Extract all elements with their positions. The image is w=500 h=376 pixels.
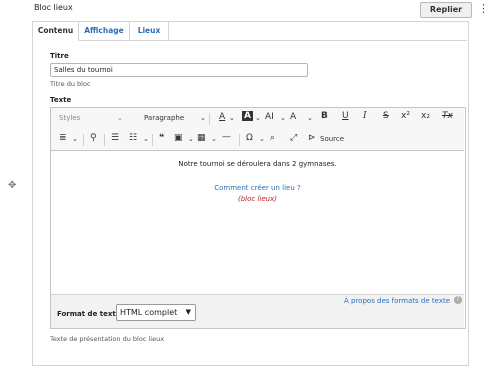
clear-format-icon[interactable]: Tx <box>442 111 453 121</box>
chevron-down-icon[interactable]: ⌄ <box>259 135 265 143</box>
format-select-value: HTML complet <box>120 308 178 317</box>
chevron-down-icon[interactable]: ⌄ <box>188 135 194 143</box>
kebab-icon[interactable]: ⋮ <box>478 2 489 15</box>
omega-icon[interactable]: Ω <box>246 133 253 143</box>
chevron-down-icon[interactable]: ⌄ <box>229 114 235 122</box>
font-color-icon[interactable]: A <box>219 112 225 122</box>
bulleted-list-icon[interactable]: ☰ <box>111 133 119 143</box>
link-icon[interactable]: ⚲ <box>90 133 97 143</box>
toolbar-separator <box>239 134 240 146</box>
format-label: Format de texte <box>57 310 121 318</box>
italic-icon[interactable]: I <box>363 111 367 121</box>
chevron-down-icon[interactable]: ⌄ <box>280 114 286 122</box>
subscript-icon[interactable]: x₂ <box>421 111 430 121</box>
tab-lieux[interactable]: Lieux <box>130 22 169 40</box>
title-input[interactable]: Salles du tournoi <box>50 63 308 77</box>
caret-down-icon: ▼ <box>185 308 191 316</box>
strikethrough-icon[interactable]: S <box>383 111 389 121</box>
toolbar-separator <box>209 113 210 125</box>
numbered-list-icon[interactable]: ☷ <box>129 133 137 143</box>
source-icon[interactable]: ⊳ <box>308 133 316 143</box>
blockquote-icon[interactable]: ❝ <box>159 133 164 143</box>
chevron-down-icon[interactable]: ⌄ <box>72 135 78 143</box>
content-link[interactable]: Comment créer un lieu ? <box>51 184 464 192</box>
help-icon[interactable]: ? <box>454 296 462 304</box>
paragraph-dropdown[interactable]: Paragraphe <box>144 114 184 122</box>
chevron-down-icon[interactable]: ⌄ <box>200 114 206 122</box>
underline-icon[interactable]: U <box>342 111 349 121</box>
source-button[interactable]: Source <box>320 135 344 143</box>
block-title: Bloc lieux <box>34 3 73 12</box>
content-paragraph: Notre tournoi se déroulera dans 2 gymnas… <box>178 160 337 168</box>
title-label: Titre <box>50 52 69 60</box>
chevron-down-icon[interactable]: ⌄ <box>117 114 123 122</box>
chevron-down-icon[interactable]: ⌄ <box>211 135 217 143</box>
bg-color-icon[interactable]: A <box>242 111 253 121</box>
find-replace-icon[interactable]: ⌕ <box>270 133 275 143</box>
superscript-icon[interactable]: x² <box>401 111 410 121</box>
tabs-bar: Contenu Affichage Lieux <box>33 22 467 41</box>
chevron-down-icon[interactable]: ⌄ <box>255 114 261 122</box>
align-icon[interactable]: ≣ <box>59 133 67 143</box>
toolbar-separator <box>152 134 153 146</box>
bold-icon[interactable]: B <box>321 111 328 121</box>
drag-handle-icon[interactable]: ✥ <box>8 180 16 191</box>
chevron-down-icon[interactable]: ⌄ <box>307 114 313 122</box>
about-formats-link[interactable]: À propos des formats de texte <box>344 297 450 305</box>
tab-affichage[interactable]: Affichage <box>79 22 130 40</box>
title-description: Titre du bloc <box>50 80 91 88</box>
styles-dropdown[interactable]: Styles <box>59 114 80 122</box>
tab-contenu[interactable]: Contenu <box>33 22 79 41</box>
fold-button[interactable]: Replier <box>420 2 472 18</box>
text-label: Texte <box>50 96 72 104</box>
ai-icon[interactable]: AI <box>265 112 274 122</box>
image-icon[interactable]: ▣ <box>174 133 183 143</box>
content-note: (bloc lieux) <box>238 195 277 203</box>
table-icon[interactable]: ▦ <box>197 133 206 143</box>
text-description: Texte de présentation du bloc lieux <box>50 335 165 343</box>
chevron-down-icon[interactable]: ⌄ <box>143 135 149 143</box>
font-size-icon[interactable]: A <box>290 112 296 122</box>
toolbar-separator <box>104 134 105 146</box>
editor-toolbar: Styles ⌄ Paragraphe ⌄ A ⌄ A ⌄ AI ⌄ A ⌄ B… <box>51 108 464 151</box>
horizontal-line-icon[interactable]: — <box>222 132 231 142</box>
format-select[interactable]: HTML complet ▼ <box>116 304 196 321</box>
toolbar-separator <box>83 134 84 146</box>
fullscreen-icon[interactable]: ⤢ <box>290 133 297 143</box>
editor-content[interactable] <box>51 151 464 294</box>
